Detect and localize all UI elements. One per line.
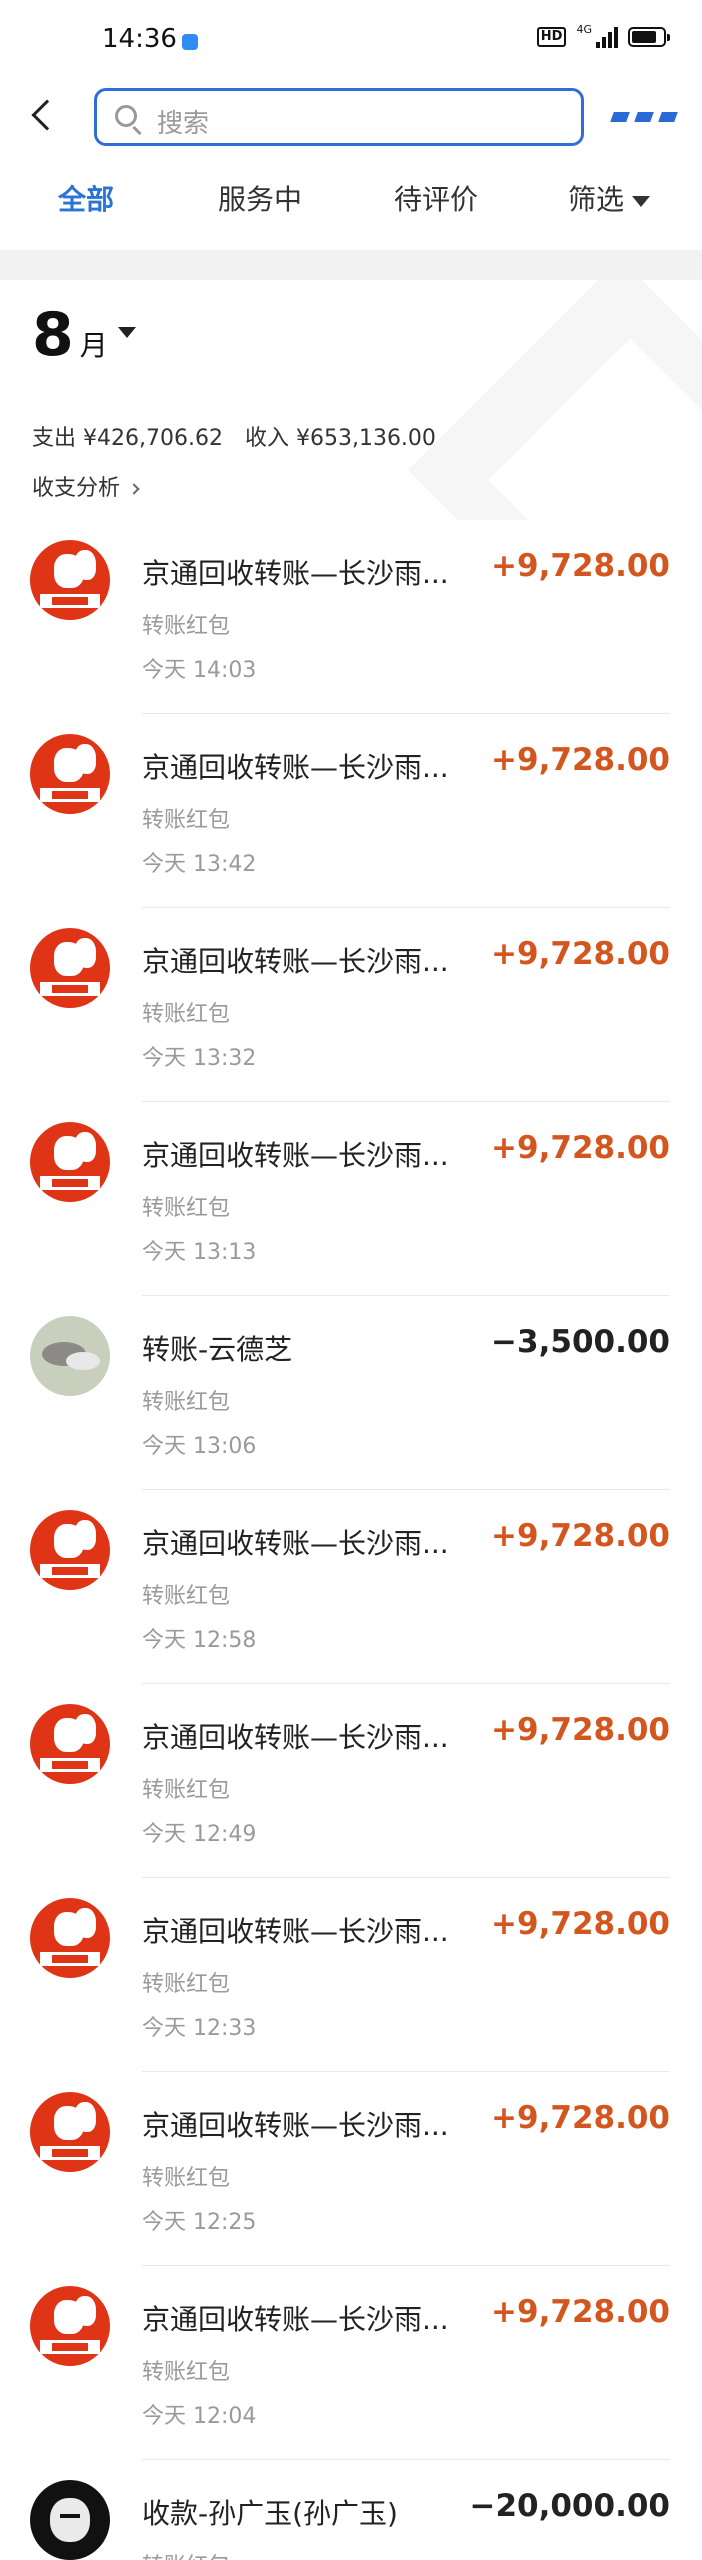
transaction-time: 今天 12:04 [142,2404,257,2429]
analysis-link[interactable]: 收支分析 [32,470,140,502]
transaction-type: 转账红包 [142,1002,231,1027]
jingtong-logo-icon [30,928,110,1008]
analysis-label: 收支分析 [32,476,121,501]
transaction-amount: −20,000.00 [469,2488,670,2524]
transaction-time: 今天 13:42 [142,852,257,877]
income-total: 收入 ¥653,136.00 [244,426,436,451]
chevron-right-icon [128,483,140,495]
transaction-amount: −3,500.00 [491,1324,670,1360]
search-input[interactable]: 搜索 [94,88,584,146]
more-options-icon[interactable] [610,112,678,122]
transaction-amount: +9,728.00 [491,742,670,778]
transaction-item[interactable]: 京通回收转账—长沙雨... 转账红包 今天 12:33 +9,728.00 [0,1878,702,2072]
transaction-type: 转账红包 [142,1584,231,1609]
transaction-item[interactable]: 转账-云德芝 转账红包 今天 13:06 −3,500.00 [0,1296,702,1490]
transaction-item[interactable]: 京通回收转账—长沙雨... 转账红包 今天 12:25 +9,728.00 [0,2072,702,2266]
transaction-type: 转账红包 [142,2548,230,2560]
tab-filter[interactable]: 筛选 [568,178,651,218]
transaction-item[interactable]: 京通回收转账—长沙雨... 转账红包 今天 12:58 +9,728.00 [0,1490,702,1684]
transaction-title: 京通回收转账—长沙雨... [142,1139,449,1172]
transaction-time: 今天 13:06 [142,1434,257,1459]
back-arrow-icon[interactable] [31,99,63,131]
transaction-amount: +9,728.00 [491,2100,670,2136]
transaction-title: 京通回收转账—长沙雨... [142,1527,449,1560]
transaction-type: 转账红包 [142,1972,231,1997]
battery-icon [628,27,670,47]
transaction-item[interactable]: 京通回收转账—长沙雨... 转账红包 今天 12:04 +9,728.00 [0,2266,702,2460]
transaction-time: 今天 12:33 [142,2016,257,2041]
jingtong-logo-icon [30,1510,110,1590]
transaction-title: 转账-云德芝 [142,1333,293,1366]
transaction-type: 转账红包 [142,1390,231,1415]
jingtong-logo-icon [30,1122,110,1202]
jingtong-logo-icon [30,2286,110,2366]
jingtong-logo-icon [30,734,110,814]
transaction-title: 京通回收转账—长沙雨... [142,945,449,978]
transaction-time: 今天 12:25 [142,2210,257,2235]
transaction-item[interactable]: 京通回收转账—长沙雨... 转账红包 今天 13:32 +9,728.00 [0,908,702,1102]
transaction-amount: +9,728.00 [491,1906,670,1942]
month-number: 8 [32,300,74,370]
jingtong-logo-icon [30,1704,110,1784]
transaction-item[interactable]: 收款-孙广玉(孙广玉) 转账红包 −20,000.00 [0,2460,702,2560]
tab-filter-label: 筛选 [568,183,625,216]
cartoon-avatar [30,2480,110,2560]
network-type: 4G [576,22,592,36]
signal-icon [596,26,618,48]
tab-all[interactable]: 全部 [58,178,114,218]
tab-to-review[interactable]: 待评价 [394,178,478,218]
transaction-list: 京通回收转账—长沙雨... 转账红包 今天 14:03 +9,728.00 京通… [0,520,702,2560]
transaction-item[interactable]: 京通回收转账—长沙雨... 转账红包 今天 14:03 +9,728.00 [0,520,702,714]
transaction-title: 京通回收转账—长沙雨... [142,557,449,590]
hd-icon: HD [536,27,567,47]
top-bar: 搜索 [0,84,702,154]
search-icon [115,105,137,127]
transaction-amount: +9,728.00 [491,1130,670,1166]
filter-tabs: 全部 服务中 待评价 筛选 [0,178,702,238]
transaction-amount: +9,728.00 [491,548,670,584]
transaction-type: 转账红包 [142,808,231,833]
expense-total: 支出 ¥426,706.62 [32,426,223,451]
transaction-time: 今天 13:32 [142,1046,257,1071]
status-bar: 14:36 HD 4G [0,0,702,84]
photo-avatar [30,1316,110,1396]
status-icons: HD 4G [536,22,670,48]
month-selector[interactable]: 8月 [32,300,136,370]
transaction-type: 转账红包 [142,1196,231,1221]
jingtong-logo-icon [30,540,110,620]
transaction-time: 今天 13:13 [142,1240,257,1265]
transaction-amount: +9,728.00 [491,936,670,972]
jingtong-logo-icon [30,2092,110,2172]
divider [0,250,702,280]
transaction-title: 京通回收转账—长沙雨... [142,2303,449,2336]
notification-icon [182,34,198,50]
month-unit: 月 [79,329,108,362]
transaction-time: 今天 12:49 [142,1822,257,1847]
month-summary: 8月 支出 ¥426,706.62 收入 ¥653,136.00 收支分析 [0,280,702,520]
transaction-title: 京通回收转账—长沙雨... [142,1915,449,1948]
status-time: 14:36 [102,24,177,54]
transaction-type: 转账红包 [142,2166,231,2191]
search-placeholder: 搜索 [157,109,210,139]
transaction-title: 京通回收转账—长沙雨... [142,2109,449,2142]
transaction-title: 收款-孙广玉(孙广玉) [142,2497,398,2530]
transaction-time: 今天 12:58 [142,1628,257,1653]
transaction-title: 京通回收转账—长沙雨... [142,751,449,784]
transaction-item[interactable]: 京通回收转账—长沙雨... 转账红包 今天 12:49 +9,728.00 [0,1684,702,1878]
jingtong-logo-icon [30,1898,110,1978]
caret-down-icon [117,326,136,338]
transaction-amount: +9,728.00 [491,1712,670,1748]
transaction-item[interactable]: 京通回收转账—长沙雨... 转账红包 今天 13:13 +9,728.00 [0,1102,702,1296]
transaction-amount: +9,728.00 [491,2294,670,2330]
transaction-item[interactable]: 京通回收转账—长沙雨... 转账红包 今天 13:42 +9,728.00 [0,714,702,908]
transaction-type: 转账红包 [142,614,231,639]
transaction-title: 京通回收转账—长沙雨... [142,1721,449,1754]
transaction-type: 转账红包 [142,1778,231,1803]
month-totals: 支出 ¥426,706.62 收入 ¥653,136.00 [32,420,458,452]
caret-down-icon [632,195,651,207]
transaction-time: 今天 14:03 [142,658,257,683]
transaction-amount: +9,728.00 [491,1518,670,1554]
transaction-type: 转账红包 [142,2360,231,2385]
tab-in-service[interactable]: 服务中 [218,178,302,218]
